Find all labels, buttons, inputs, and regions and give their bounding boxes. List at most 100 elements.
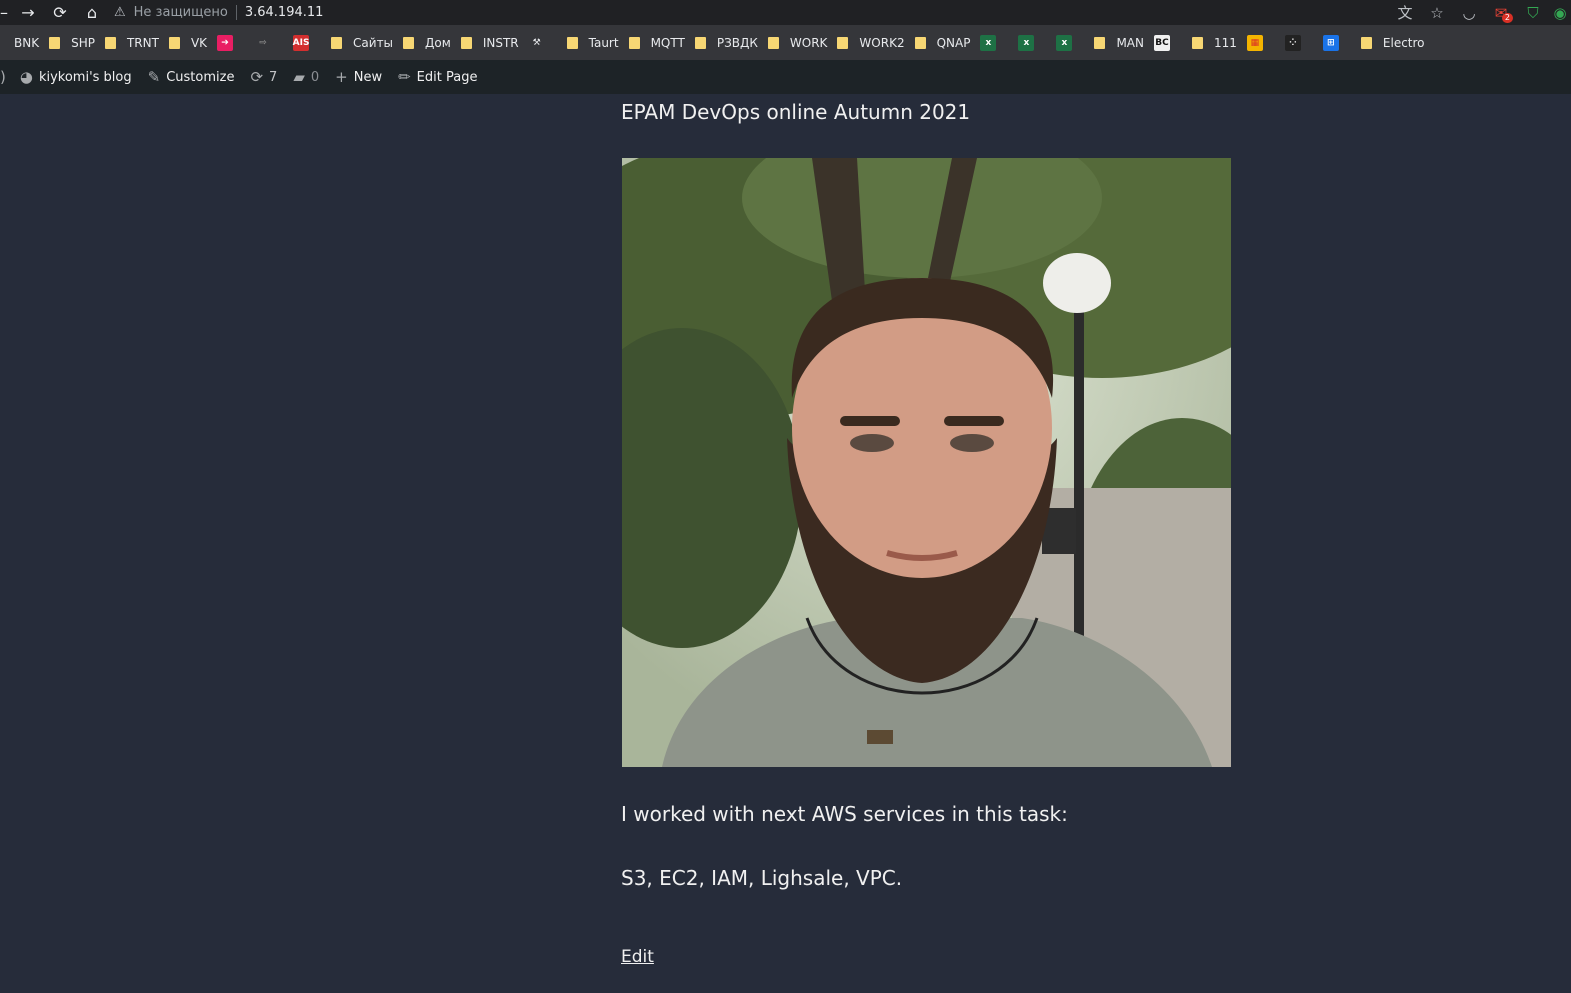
- bookmark-item[interactable]: ⇨: [255, 25, 293, 60]
- wp-logo-button[interactable]: ): [0, 60, 12, 94]
- star-icon: ☆: [1430, 3, 1444, 22]
- bookmark-label: 111: [1214, 35, 1237, 50]
- bookmark-label: INSTR: [482, 35, 519, 50]
- folder-icon: [566, 36, 578, 49]
- bookmark-label: BNK: [14, 35, 40, 50]
- customize-button[interactable]: ✎ Customize: [140, 60, 243, 94]
- comments-button[interactable]: ▰ 0: [285, 60, 327, 94]
- bookmark-item[interactable]: x: [1056, 25, 1094, 60]
- updates-icon: ⟳: [250, 68, 264, 86]
- site-name: kiykomi's blog: [38, 69, 132, 85]
- bookmark-item[interactable]: 111: [1192, 25, 1247, 60]
- bookmarks-bar: BNK SHP TRNT VK ➔ ⇨ AIS Сайты Дом INSTR ⚒ Taurt MQTT…: [0, 25, 1571, 60]
- bookmark-label: Taurt: [588, 35, 619, 50]
- pocket-icon: ◡: [1462, 3, 1476, 22]
- bookmark-item[interactable]: TRNT: [104, 25, 169, 60]
- tool-favicon: ⚒: [532, 37, 541, 48]
- updates-button[interactable]: ⟳ 7: [242, 60, 285, 94]
- bookmark-item[interactable]: VK: [168, 25, 217, 60]
- bookmark-star-button[interactable]: ☆: [1421, 0, 1453, 25]
- home-button[interactable]: ⌂: [76, 0, 108, 25]
- bookmark-item[interactable]: ⊞: [1322, 25, 1361, 60]
- bookmark-label: MAN: [1116, 35, 1144, 50]
- bookmark-item[interactable]: ⚒: [529, 25, 567, 60]
- bookmark-label: Дом: [425, 35, 451, 50]
- bc-favicon: BC: [1154, 34, 1170, 51]
- dots-favicon: ⁘: [1284, 34, 1301, 51]
- profile-photo: [622, 158, 1231, 767]
- folder-icon: [914, 36, 926, 49]
- excel-favicon: x: [980, 34, 997, 51]
- bookmark-label: MQTT: [650, 35, 685, 50]
- url-text[interactable]: 3.64.194.11: [245, 5, 324, 20]
- bookmark-item[interactable]: AIS: [293, 25, 331, 60]
- mail-badge: 2: [1501, 13, 1513, 23]
- bookmark-item[interactable]: BC: [1154, 25, 1192, 60]
- translate-button[interactable]: 文: [1389, 0, 1421, 25]
- bookmark-label: SHP: [71, 35, 95, 50]
- folder-icon: [1192, 36, 1203, 49]
- security-label[interactable]: Не защищено: [134, 5, 228, 20]
- bookmark-label: Сайты: [353, 35, 394, 50]
- edit-link[interactable]: Edit: [621, 947, 654, 967]
- site-name-button[interactable]: ◕ kiykomi's blog: [12, 60, 140, 94]
- bookmark-item[interactable]: SHP: [49, 25, 105, 60]
- arrow-right-icon: →: [21, 3, 35, 22]
- ais-favicon: AIS: [293, 34, 309, 51]
- bookmark-item[interactable]: x: [980, 25, 1018, 60]
- bookmark-item[interactable]: WORK2: [837, 25, 914, 60]
- forward-button[interactable]: →: [12, 0, 44, 25]
- bookmark-label: WORK: [789, 35, 828, 50]
- new-content-button[interactable]: + New: [327, 60, 390, 94]
- bookmark-label: Electro: [1382, 35, 1425, 50]
- bookmark-item[interactable]: MAN: [1094, 25, 1154, 60]
- folder-icon: [168, 36, 180, 49]
- folder-icon: [1094, 36, 1106, 49]
- bookmark-item[interactable]: WORK: [767, 25, 838, 60]
- shield-icon: ⛉: [1527, 3, 1539, 22]
- omnibox[interactable]: ⚠ Не защищено 3.64.194.11: [114, 0, 323, 25]
- bookmark-item[interactable]: Taurt: [566, 25, 629, 60]
- sync-extension-button[interactable]: ◉: [1549, 0, 1571, 25]
- mail-extension-button[interactable]: ✉ 2: [1485, 0, 1517, 25]
- folder-icon: [767, 36, 779, 49]
- bookmark-label: WORK2: [859, 35, 905, 50]
- bookmark-item[interactable]: MQTT: [628, 25, 695, 60]
- folder-icon: [694, 36, 706, 49]
- bookmark-item[interactable]: РЗВДК: [694, 25, 768, 60]
- sync-icon: ◉: [1553, 3, 1567, 22]
- bookmark-label: VK: [190, 35, 208, 50]
- bookmark-item[interactable]: ➔: [217, 25, 255, 60]
- bookmark-item[interactable]: Сайты: [331, 25, 403, 60]
- bookmark-label: РЗВДК: [716, 35, 758, 50]
- bookmark-item[interactable]: x: [1018, 25, 1056, 60]
- bookmark-item[interactable]: QNAP: [914, 25, 981, 60]
- edit-page-button[interactable]: ✏ Edit Page: [390, 60, 485, 94]
- arrow-favicon: ➔: [217, 34, 234, 51]
- bookmark-item[interactable]: BNK: [0, 25, 49, 60]
- post-heading: EPAM DevOps online Autumn 2021: [621, 100, 971, 124]
- pencil-icon: ✏: [398, 68, 411, 86]
- bookmark-item[interactable]: Дом: [403, 25, 461, 60]
- excel-favicon: x: [1018, 34, 1035, 51]
- folder-icon: [628, 36, 640, 49]
- translate-icon: 文: [1397, 4, 1413, 22]
- folder-icon: [49, 36, 61, 49]
- profile-photo-illustration: [622, 158, 1231, 767]
- customize-label: Customize: [166, 69, 235, 85]
- folder-icon: [1360, 36, 1372, 49]
- edit-page-label: Edit Page: [416, 69, 478, 85]
- bookmark-item[interactable]: ▦: [1246, 25, 1285, 60]
- shield-extension-button[interactable]: ⛉: [1517, 0, 1549, 25]
- dashboard-icon: ◕: [19, 68, 33, 86]
- bookmark-label: QNAP: [936, 35, 971, 50]
- wp-admin-bar: ) ◕ kiykomi's blog ✎ Customize ⟳ 7 ▰ 0 + New …: [0, 60, 1571, 94]
- reload-button[interactable]: ⟳: [44, 0, 76, 25]
- bookmark-item[interactable]: ⁘: [1284, 25, 1323, 60]
- pocket-extension-button[interactable]: ◡: [1453, 0, 1485, 25]
- back-button[interactable]: –: [0, 0, 12, 25]
- wordpress-icon: ): [0, 68, 6, 86]
- bookmark-item[interactable]: INSTR: [460, 25, 529, 60]
- bookmark-item[interactable]: Electro: [1360, 25, 1435, 60]
- folder-icon: [837, 36, 849, 49]
